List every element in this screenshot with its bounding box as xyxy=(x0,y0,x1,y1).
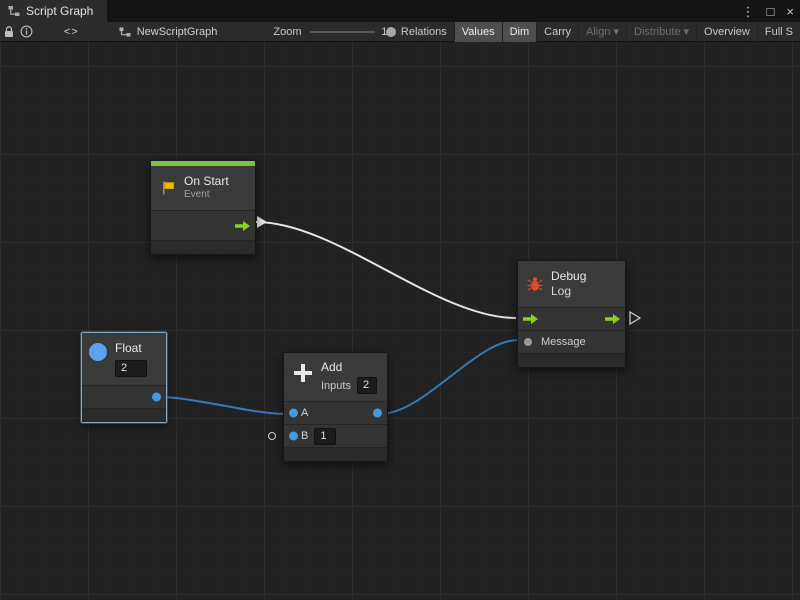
toolbar-button-fullscreen[interactable]: Full S xyxy=(757,22,800,42)
window-controls: ⋮ □ × xyxy=(742,0,794,22)
port-b-label: B xyxy=(301,430,308,442)
node-add[interactable]: Add Inputs 2 A B 1 xyxy=(283,352,388,462)
dangling-port-circle-icon xyxy=(268,432,276,440)
node-row-message: Message xyxy=(518,330,625,353)
button-label: Dim xyxy=(510,26,530,38)
float-value-field[interactable]: 2 xyxy=(115,360,147,377)
port-b-value-field[interactable]: 1 xyxy=(314,428,336,445)
tab-title: Script Graph xyxy=(26,4,93,18)
wire-add-to-message[interactable] xyxy=(380,340,518,414)
button-label: Relations xyxy=(401,26,447,38)
maximize-icon[interactable]: □ xyxy=(767,5,775,18)
button-label: Full S xyxy=(765,26,793,38)
wire-float-to-add-a[interactable] xyxy=(156,397,288,414)
node-on-start[interactable]: On Start Event xyxy=(150,160,256,255)
menu-icon[interactable]: ⋮ xyxy=(742,5,755,18)
node-subtitle: Log xyxy=(551,284,586,299)
toolbar-button-relations[interactable]: Relations xyxy=(393,22,454,42)
control-output-port[interactable] xyxy=(605,314,620,324)
message-input-port[interactable] xyxy=(524,338,532,346)
node-header: Add Inputs 2 xyxy=(284,353,387,401)
code-icon[interactable]: <> xyxy=(58,26,85,38)
node-header: Debug Log xyxy=(518,261,625,307)
flow-continuation-triangle-icon xyxy=(629,311,641,325)
node-debug-log[interactable]: Debug Log Message xyxy=(517,260,626,368)
node-footer xyxy=(82,408,166,422)
toolbar-button-overview[interactable]: Overview xyxy=(696,22,757,42)
control-output-port[interactable] xyxy=(235,221,250,231)
bug-icon xyxy=(527,276,543,292)
node-header: On Start Event xyxy=(151,166,255,210)
button-label: Align xyxy=(586,26,610,38)
toolbar-button-align[interactable]: Align ▾ xyxy=(578,22,626,42)
inputs-label: Inputs xyxy=(321,380,351,392)
chevron-down-icon: ▾ xyxy=(684,25,690,38)
node-title: Debug xyxy=(551,269,586,284)
float-output-port[interactable] xyxy=(152,393,161,402)
float-icon xyxy=(89,343,107,361)
lock-icon[interactable] xyxy=(0,22,18,42)
wire-onstart-to-debuglog[interactable] xyxy=(256,222,516,318)
node-row xyxy=(518,307,625,330)
node-title: Float xyxy=(115,341,147,355)
toolbar-button-distribute[interactable]: Distribute ▾ xyxy=(626,22,696,42)
button-label: Carry xyxy=(544,26,571,38)
node-subtitle: Event xyxy=(184,188,229,202)
toolbar-button-dim[interactable]: Dim xyxy=(502,22,537,42)
tab-script-graph[interactable]: Script Graph xyxy=(0,0,107,22)
node-title: Add xyxy=(321,360,377,374)
graph-icon xyxy=(119,26,131,38)
plus-icon xyxy=(293,363,313,383)
node-footer xyxy=(284,447,387,461)
close-icon[interactable]: × xyxy=(786,5,794,18)
wire-layer xyxy=(0,42,800,600)
zoom-slider-track xyxy=(310,31,376,33)
window-tab-bar: Script Graph ⋮ □ × xyxy=(0,0,800,22)
port-a-label: A xyxy=(301,407,308,419)
node-float[interactable]: Float 2 xyxy=(81,332,167,423)
inputs-count-field[interactable]: 2 xyxy=(357,377,377,394)
node-header: Float 2 xyxy=(82,333,166,385)
graph-name-label: NewScriptGraph xyxy=(137,26,218,38)
zoom-label: Zoom xyxy=(273,26,301,38)
zoom-slider[interactable] xyxy=(310,22,376,42)
toolbar-button-carry[interactable]: Carry xyxy=(536,22,578,42)
node-row-a: A xyxy=(284,401,387,424)
node-row-b: B 1 xyxy=(284,424,387,447)
button-label: Distribute xyxy=(634,26,680,38)
port-b-input[interactable] xyxy=(289,432,298,441)
sum-output-port[interactable] xyxy=(373,409,382,418)
toolbar-buttons: Relations Values Dim Carry Align ▾ Distr… xyxy=(393,22,800,42)
info-icon[interactable] xyxy=(18,22,36,42)
button-label: Values xyxy=(462,26,495,38)
node-footer xyxy=(151,240,255,254)
port-a-input[interactable] xyxy=(289,409,298,418)
chevron-down-icon: ▾ xyxy=(614,25,620,38)
script-graph-icon xyxy=(8,5,20,17)
message-port-label: Message xyxy=(541,336,586,348)
node-row xyxy=(151,210,255,240)
graph-canvas[interactable]: On Start Event Float 2 xyxy=(0,42,800,600)
graph-toolbar: <> NewScriptGraph Zoom 1x Relations Valu… xyxy=(0,22,800,42)
control-input-port[interactable] xyxy=(523,314,538,324)
wire-start-arrow-icon xyxy=(257,216,267,228)
zoom-slider-handle[interactable] xyxy=(386,27,396,37)
graph-breadcrumb[interactable]: NewScriptGraph xyxy=(119,26,218,38)
node-title: On Start xyxy=(184,174,229,188)
button-label: Overview xyxy=(704,26,750,38)
toolbar-button-values[interactable]: Values xyxy=(454,22,502,42)
node-row xyxy=(82,385,166,408)
node-footer xyxy=(518,353,625,367)
flag-icon xyxy=(160,180,176,196)
